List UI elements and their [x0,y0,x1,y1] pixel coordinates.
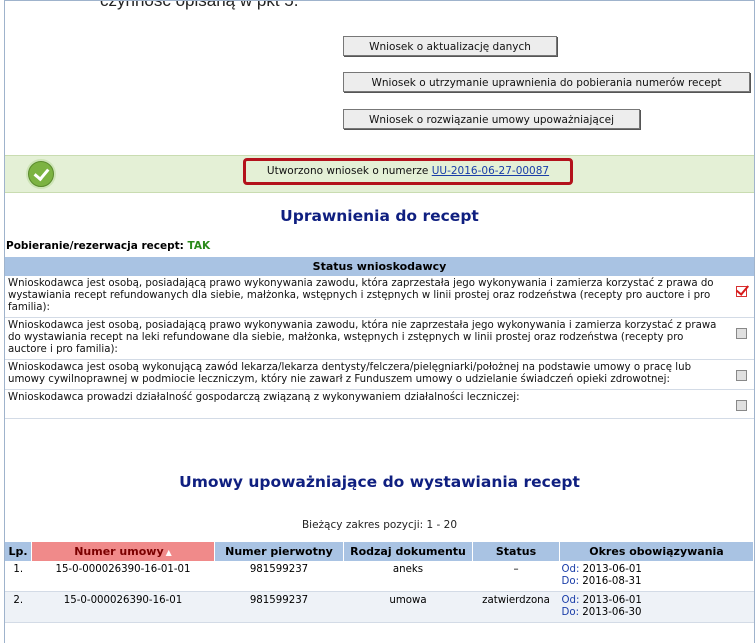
status-row: Wnioskodawca jest osobą wykonującą zawód… [5,359,754,390]
od-label: Od: [561,564,580,575]
col-numer-pierwotny[interactable]: Numer pierwotny [214,542,344,561]
cell-numer-pierwotny: 981599237 [214,591,344,623]
col-lp[interactable]: Lp. [5,542,32,561]
pobieranie-value: TAK [187,240,211,252]
okres-do: Do: 2016-08-31 [562,576,752,588]
status-row-text: Wnioskodawca jest osobą wykonującą zawód… [5,359,728,390]
status-row: Wnioskodawca jest osobą, posiadającą pra… [5,276,754,318]
do-label: Do: [561,576,580,587]
cell-status: – [472,561,560,592]
success-check-icon [28,161,54,187]
pobieranie-status: Pobieranie/rezerwacja recept: TAK [6,240,210,252]
cell-numer-umowy: 15-0-000026390-16-01 [31,591,215,623]
status-checkbox-cell [728,276,754,318]
col-numer-umowy-label: Numer umowy [74,545,164,558]
cell-lp: 1. [5,561,32,592]
cell-status: zatwierdzona [472,591,560,623]
range-info: Bieżący zakres pozycji: 1 - 20 [301,519,458,531]
cell-lp: 2. [5,591,32,623]
terminate-agreement-button[interactable]: Wniosek o rozwiązanie umowy upoważniając… [343,109,640,129]
status-row-text: Wnioskodawca prowadzi działalność gospod… [5,389,728,419]
table-row: 1. 15-0-000026390-16-01-01 981599237 aneks –… [5,561,754,592]
col-numer-umowy[interactable]: Numer umowy ▲ [31,542,215,561]
section-title-prescriptions: Uprawnienia do recept [280,207,479,225]
cell-rodzaj: umowa [343,591,473,623]
success-message: Utworzono wniosek o numerze UU-2016-06-2… [243,158,573,185]
agreements-table: Lp. Numer umowy ▲ Numer pierwotny Rodzaj … [5,542,754,623]
status-row-text: Wnioskodawca jest osobą, posiadającą pra… [5,317,728,360]
keep-permission-button[interactable]: Wniosek o utrzymanie uprawnienia do pobi… [343,72,750,92]
status-checkbox-cell [728,389,754,419]
status-table-header: Status wnioskodawcy [5,257,754,276]
success-banner: Utworzono wniosek o numerze UU-2016-06-2… [5,155,754,193]
status-row-text: Wnioskodawca jest osobą, posiadającą pra… [5,276,728,318]
col-rodzaj[interactable]: Rodzaj dokumentu [343,542,473,561]
col-status[interactable]: Status [472,542,560,561]
col-okres[interactable]: Okres obowiązywania [559,542,754,561]
success-message-text: Utworzono wniosek o numerze [266,165,429,177]
okres-od: Od: 2013-06-01 [562,564,752,576]
okres-do: Do: 2013-06-30 [562,607,752,619]
sort-asc-icon: ▲ [165,548,172,557]
checkbox-unchecked[interactable] [735,400,747,411]
cell-numer-umowy: 15-0-000026390-16-01-01 [31,561,215,592]
do-label: Do: [561,607,580,618]
applicant-status-table: Status wnioskodawcy Wnioskodawca jest os… [5,257,754,419]
od-date: 2013-06-01 [582,564,642,575]
status-row: Wnioskodawca jest osobą, posiadającą pra… [5,317,754,360]
status-checkbox-cell [728,359,754,390]
table-row: 2. 15-0-000026390-16-01 981599237 umowa zatw… [5,591,754,623]
status-checkbox-cell [728,317,754,360]
do-date: 2016-08-31 [582,576,642,587]
cell-rodzaj: aneks [343,561,473,592]
okres-od: Od: 2013-06-01 [562,595,752,607]
status-row: Wnioskodawca prowadzi działalność gospod… [5,389,754,419]
cell-numer-pierwotny: 981599237 [214,561,344,592]
cell-okres: Od: 2013-06-01 Do: 2016-08-31 [559,561,754,592]
checkbox-checked[interactable] [735,286,747,297]
cell-okres: Od: 2013-06-01 Do: 2013-06-30 [559,591,754,623]
do-date: 2013-06-30 [582,607,642,618]
od-label: Od: [561,595,580,606]
request-number-link[interactable]: UU-2016-06-27-00087 [432,165,549,177]
checkbox-unchecked[interactable] [735,328,747,339]
pobieranie-label: Pobieranie/rezerwacja recept: [6,240,184,252]
checkbox-unchecked[interactable] [735,370,747,381]
od-date: 2013-06-01 [582,595,642,606]
update-data-button[interactable]: Wniosek o aktualizację danych [343,36,557,56]
section-title-agreements: Umowy upoważniające do wystawiania recep… [179,473,580,491]
